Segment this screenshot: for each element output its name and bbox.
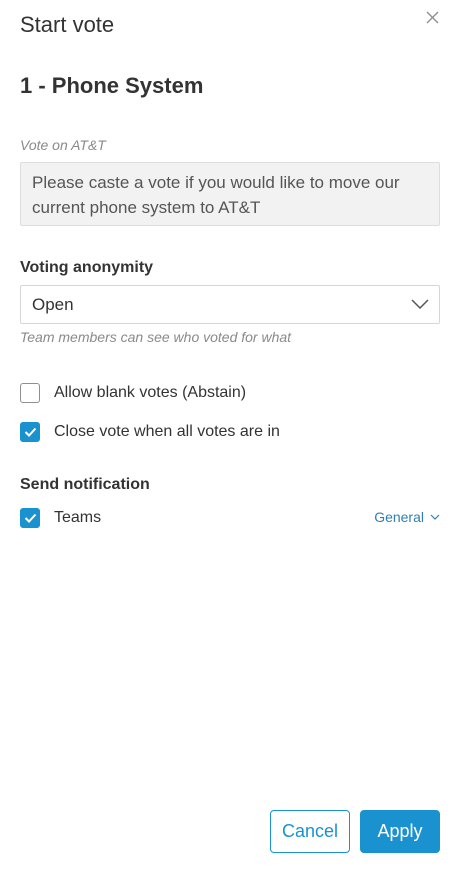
teams-label: Teams xyxy=(54,509,102,526)
checkmark-icon xyxy=(24,513,36,523)
checkmark-icon xyxy=(24,427,36,437)
vote-question-label: Vote on AT&T xyxy=(20,137,106,153)
teams-notification-option[interactable]: Teams xyxy=(20,507,101,529)
vote-description-text: Please caste a vote if you would like to… xyxy=(20,162,440,226)
agenda-item-title: 1 - Phone System xyxy=(20,73,204,98)
allow-blank-votes-label: Allow blank votes (Abstain) xyxy=(54,384,247,401)
allow-blank-votes-option[interactable]: Allow blank votes (Abstain) xyxy=(20,382,246,404)
close-vote-option[interactable]: Close vote when all votes are in xyxy=(20,421,280,443)
send-notification-label: Send notification xyxy=(20,476,150,493)
cancel-button[interactable]: Cancel xyxy=(270,810,350,853)
chevron-down-icon xyxy=(430,514,440,520)
teams-checkbox[interactable] xyxy=(20,508,40,528)
voting-anonymity-label: Voting anonymity xyxy=(20,259,154,276)
channel-value: General xyxy=(374,509,424,525)
chevron-down-icon xyxy=(411,296,429,314)
close-button[interactable] xyxy=(420,8,444,32)
channel-dropdown[interactable]: General xyxy=(374,509,440,525)
allow-blank-votes-checkbox[interactable] xyxy=(20,383,40,403)
apply-button[interactable]: Apply xyxy=(360,810,440,853)
panel-title: Start vote xyxy=(20,12,115,37)
close-vote-checkbox[interactable] xyxy=(20,422,40,442)
close-icon xyxy=(426,11,439,29)
voting-anonymity-value: Open xyxy=(32,294,74,314)
start-vote-panel: Start vote 1 - Phone System Vote on AT&T… xyxy=(0,0,458,869)
voting-anonymity-select[interactable]: Open xyxy=(20,285,440,324)
close-vote-label: Close vote when all votes are in xyxy=(54,423,280,440)
anonymity-hint: Team members can see who voted for what xyxy=(20,329,292,345)
